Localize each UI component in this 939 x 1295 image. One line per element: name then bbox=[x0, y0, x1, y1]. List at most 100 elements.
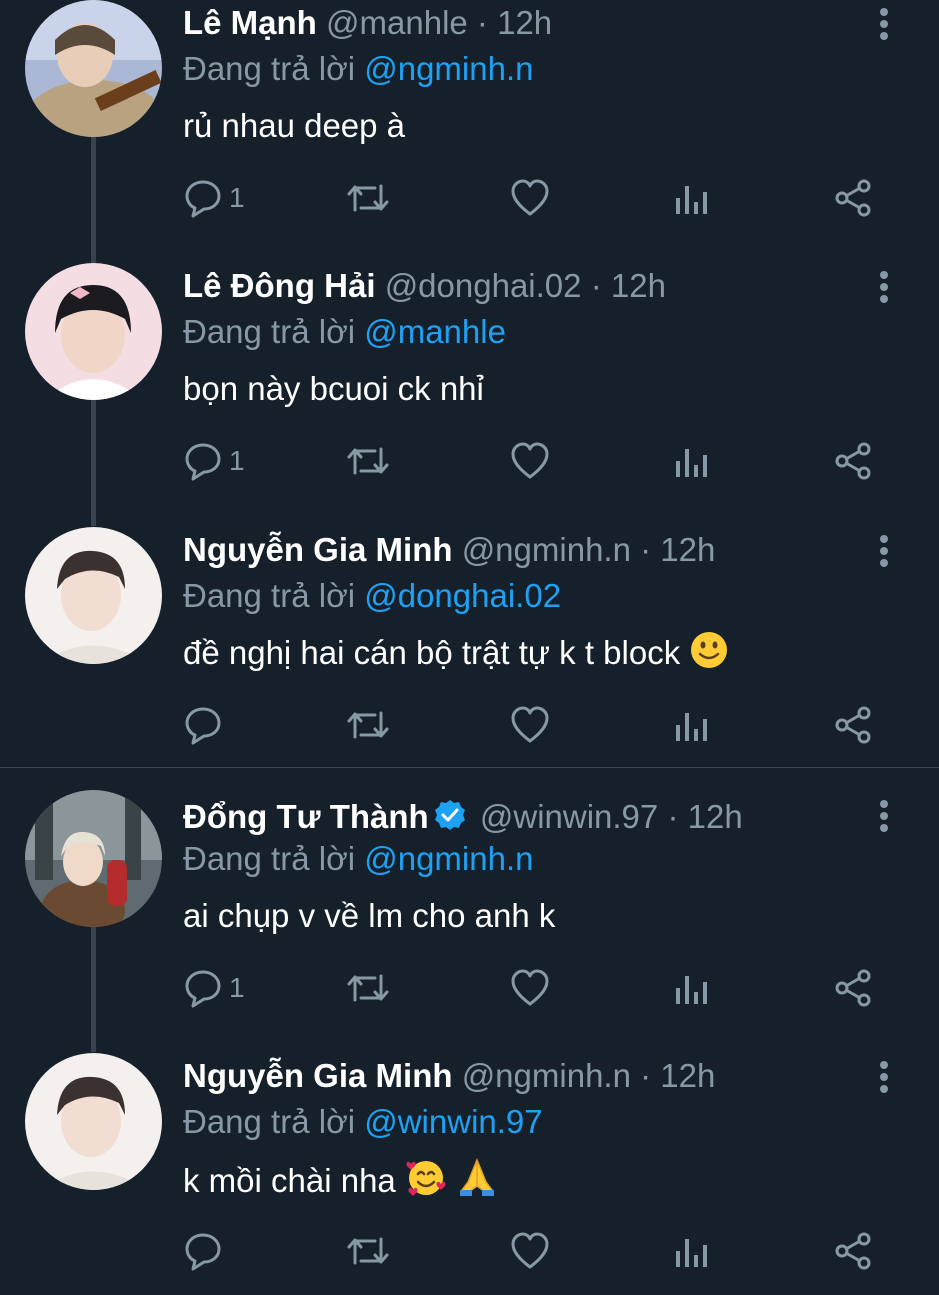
tweet[interactable]: Nguyễn Gia Minh @ngminh.n · 12h Đang trả… bbox=[0, 527, 939, 767]
mention-link[interactable]: @winwin.97 bbox=[364, 1103, 542, 1140]
conversation-divider bbox=[0, 767, 939, 768]
like-button[interactable] bbox=[510, 173, 550, 223]
folded-hands-emoji-icon bbox=[460, 1158, 495, 1196]
smiling-face-with-hearts-emoji-icon bbox=[406, 1161, 446, 1196]
retweet-icon bbox=[347, 711, 389, 739]
analytics-icon bbox=[676, 186, 707, 214]
analytics-button[interactable] bbox=[673, 436, 709, 486]
tweet[interactable]: Lê Mạnh @manhle · 12h Đang trả lời @ngmi… bbox=[0, 0, 939, 263]
like-icon bbox=[511, 442, 549, 479]
tweet[interactable]: Lê Đông Hải @donghai.02 · 12h Đang trả l… bbox=[0, 263, 939, 526]
retweet-icon bbox=[347, 1237, 389, 1265]
display-name[interactable]: Lê Đông Hải bbox=[183, 267, 376, 304]
analytics-button[interactable] bbox=[673, 1226, 709, 1276]
avatar[interactable] bbox=[25, 0, 162, 137]
analytics-button[interactable] bbox=[673, 963, 709, 1013]
retweet-button[interactable] bbox=[345, 963, 391, 1013]
display-name[interactable]: Nguyễn Gia Minh bbox=[183, 531, 453, 568]
tweet-text-row: đề nghị hai cán bộ trật tự k t block bbox=[183, 630, 729, 676]
display-name[interactable]: Nguyễn Gia Minh bbox=[183, 1057, 453, 1094]
more-options-icon[interactable] bbox=[866, 267, 902, 307]
reply-button[interactable] bbox=[183, 1226, 229, 1276]
avatar[interactable] bbox=[25, 790, 162, 927]
more-options-icon[interactable] bbox=[866, 1057, 902, 1097]
reply-button[interactable]: 1 bbox=[183, 963, 245, 1013]
replying-to: Đang trả lời @winwin.97 bbox=[183, 1099, 543, 1145]
more-options-icon[interactable] bbox=[866, 4, 902, 44]
tweet-text: rủ nhau deep à bbox=[183, 107, 406, 144]
tweet[interactable]: Nguyễn Gia Minh @ngminh.n · 12h Đang trả… bbox=[0, 1053, 939, 1295]
timestamp[interactable]: 12h bbox=[497, 4, 552, 41]
avatar[interactable] bbox=[25, 1053, 162, 1190]
slightly-smiling-face-emoji-icon bbox=[691, 632, 728, 668]
share-button[interactable] bbox=[833, 436, 873, 486]
share-icon bbox=[835, 442, 871, 480]
tweet-text: đề nghị hai cán bộ trật tự k t block bbox=[183, 634, 681, 671]
replying-to-label: Đang trả lời bbox=[183, 313, 356, 350]
like-button[interactable] bbox=[510, 700, 550, 750]
tweet-header: Đổng Tư Thành @winwin.97 · 12h bbox=[183, 794, 743, 840]
display-name[interactable]: Lê Mạnh bbox=[183, 4, 317, 41]
more-options-icon[interactable] bbox=[866, 531, 902, 571]
tweet-header: Nguyễn Gia Minh @ngminh.n · 12h bbox=[183, 1053, 715, 1099]
like-button[interactable] bbox=[510, 436, 550, 486]
user-handle[interactable]: @manhle bbox=[326, 4, 468, 41]
timestamp[interactable]: 12h bbox=[660, 1057, 715, 1094]
analytics-button[interactable] bbox=[673, 173, 709, 223]
analytics-icon bbox=[676, 713, 707, 741]
retweet-button[interactable] bbox=[345, 173, 391, 223]
mention-link[interactable]: @ngminh.n bbox=[364, 50, 533, 87]
analytics-icon bbox=[676, 449, 707, 477]
user-handle[interactable]: @winwin.97 bbox=[480, 798, 658, 835]
analytics-button[interactable] bbox=[673, 700, 709, 750]
reply-icon bbox=[185, 707, 221, 745]
timestamp[interactable]: 12h bbox=[688, 798, 743, 835]
avatar[interactable] bbox=[25, 527, 162, 664]
share-button[interactable] bbox=[833, 963, 873, 1013]
tweet-header: Lê Đông Hải @donghai.02 · 12h bbox=[183, 263, 666, 309]
like-icon bbox=[511, 179, 549, 216]
reply-button[interactable] bbox=[183, 700, 229, 750]
user-handle[interactable]: @ngminh.n bbox=[462, 531, 631, 568]
retweet-button[interactable] bbox=[345, 1226, 391, 1276]
share-button[interactable] bbox=[833, 173, 873, 223]
mention-link[interactable]: @donghai.02 bbox=[364, 577, 561, 614]
tweet-text: k mồi chài nha bbox=[183, 1162, 396, 1199]
share-button[interactable] bbox=[833, 700, 873, 750]
like-icon bbox=[511, 969, 549, 1006]
replying-to-label: Đang trả lời bbox=[183, 50, 356, 87]
retweet-button[interactable] bbox=[345, 700, 391, 750]
share-button[interactable] bbox=[833, 1226, 873, 1276]
separator-dot: · bbox=[590, 267, 602, 304]
separator-dot: · bbox=[640, 1057, 652, 1094]
tweet-text: bọn này bcuoi ck nhỉ bbox=[183, 370, 484, 407]
reply-button[interactable]: 1 bbox=[183, 436, 245, 486]
replying-to-label: Đang trả lời bbox=[183, 577, 356, 614]
analytics-icon bbox=[676, 1239, 707, 1267]
user-handle[interactable]: @donghai.02 bbox=[385, 267, 582, 304]
retweet-button[interactable] bbox=[345, 436, 391, 486]
reply-icon bbox=[185, 443, 221, 481]
avatar[interactable] bbox=[25, 263, 162, 400]
tweet-text: ai chụp v về lm cho anh k bbox=[183, 897, 556, 934]
user-handle[interactable]: @ngminh.n bbox=[462, 1057, 631, 1094]
display-name[interactable]: Đổng Tư Thành bbox=[183, 798, 429, 835]
like-button[interactable] bbox=[510, 1226, 550, 1276]
reply-icon bbox=[185, 970, 221, 1008]
action-bar: 1 bbox=[183, 436, 883, 486]
reply-count: 1 bbox=[229, 445, 245, 476]
mention-link[interactable]: @manhle bbox=[364, 313, 506, 350]
reply-count: 1 bbox=[229, 182, 245, 213]
more-options-icon[interactable] bbox=[866, 796, 902, 836]
verified-badge-icon bbox=[434, 800, 465, 830]
replying-to-label: Đang trả lời bbox=[183, 1103, 356, 1140]
mention-link[interactable]: @ngminh.n bbox=[364, 840, 533, 877]
timestamp[interactable]: 12h bbox=[660, 531, 715, 568]
like-button[interactable] bbox=[510, 963, 550, 1013]
tweet[interactable]: Đổng Tư Thành @winwin.97 · 12h Đang trả … bbox=[0, 790, 939, 1053]
separator-dot: · bbox=[640, 531, 652, 568]
reply-button[interactable]: 1 bbox=[183, 173, 245, 223]
separator-dot: · bbox=[667, 798, 679, 835]
retweet-icon bbox=[347, 447, 389, 475]
timestamp[interactable]: 12h bbox=[611, 267, 666, 304]
